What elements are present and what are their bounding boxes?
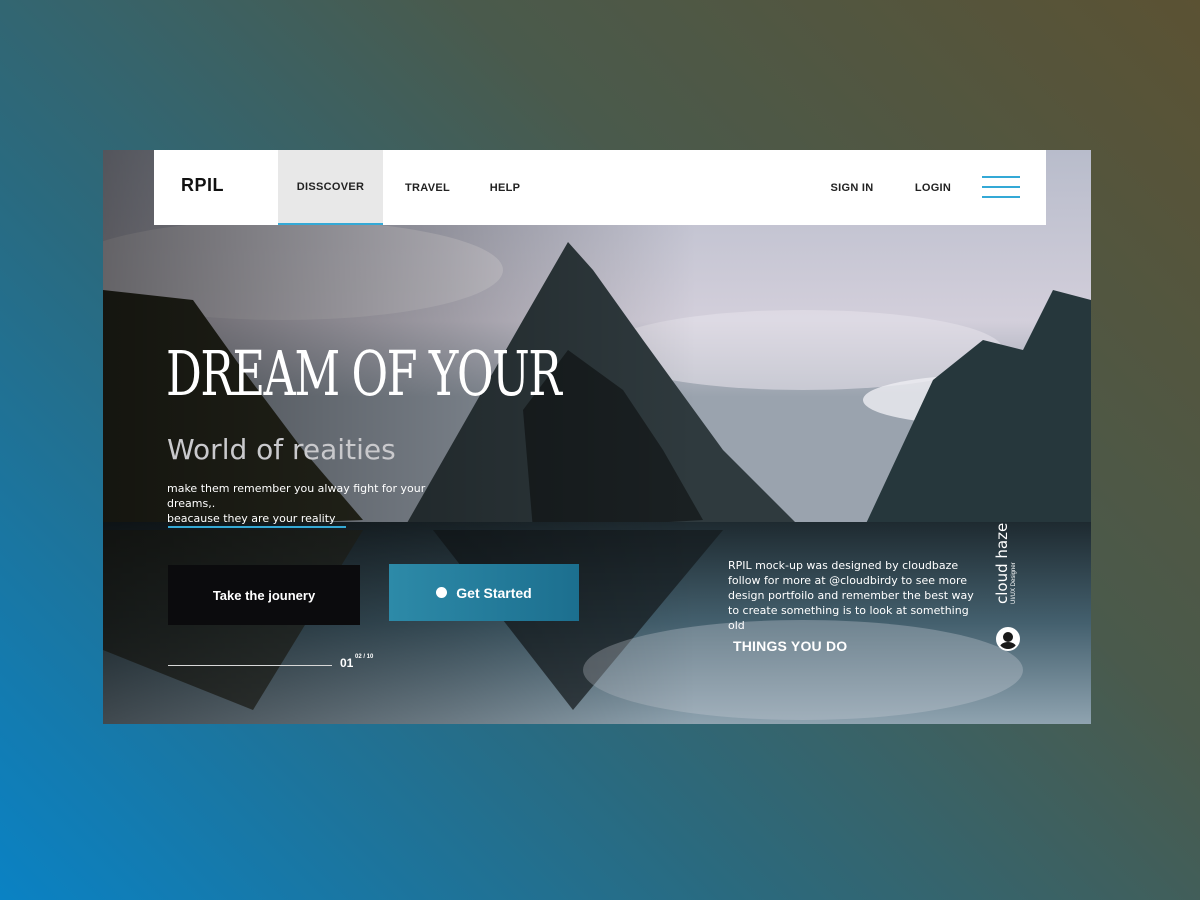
hero-frame: RPIL DISSCOVER TRAVEL HELP SIGN IN LOGIN…: [103, 150, 1091, 724]
slide-progress-line: [168, 665, 332, 666]
things-you-do-link[interactable]: THINGS YOU DO: [733, 638, 847, 654]
hero-description: make them remember you alway fight for y…: [167, 481, 467, 526]
designer-credit: cloud haze UI/UX Designer: [993, 523, 1033, 610]
take-the-journey-button[interactable]: Take the jounery: [168, 565, 360, 625]
top-navbar: RPIL DISSCOVER TRAVEL HELP SIGN IN LOGIN: [154, 150, 1046, 225]
avatar[interactable]: [996, 627, 1020, 651]
sign-in-link[interactable]: SIGN IN: [820, 150, 884, 225]
hamburger-menu-icon[interactable]: [982, 176, 1020, 198]
dot-icon: [436, 587, 448, 598]
designer-name: cloud haze: [993, 522, 1011, 604]
total-slides: 02 / 10: [355, 654, 374, 660]
get-started-button[interactable]: Get Started: [389, 564, 579, 621]
hero-description-line: beacause they are your reality: [167, 512, 336, 525]
designer-role: UI/UX Designer: [1011, 562, 1017, 604]
credit-line: design portfoilo and remember the best w…: [728, 589, 974, 602]
credit-line: follow for more at @cloudbirdy to see mo…: [728, 574, 968, 587]
nav-item-help[interactable]: HELP: [474, 150, 536, 225]
credit-line: RPIL mock-up was designed by cloudbaze: [728, 559, 959, 572]
credit-line: to create something is to look at someth…: [728, 604, 969, 632]
current-slide-number: 01: [340, 656, 354, 670]
nav-item-travel[interactable]: TRAVEL: [390, 150, 465, 225]
login-link[interactable]: LOGIN: [906, 150, 960, 225]
brand-logo[interactable]: RPIL: [181, 175, 224, 196]
nav-item-discover[interactable]: DISSCOVER: [278, 150, 383, 225]
hero-subtitle: World of reaities: [167, 433, 396, 466]
get-started-label: Get Started: [456, 584, 532, 601]
user-avatar-icon: [999, 632, 1017, 649]
hero-title: DREAM OF YOUR: [166, 337, 562, 410]
hero-divider: [168, 526, 346, 528]
hero-description-line: make them remember you alway fight for y…: [167, 482, 426, 510]
credit-text: RPIL mock-up was designed by cloudbaze f…: [728, 558, 978, 633]
